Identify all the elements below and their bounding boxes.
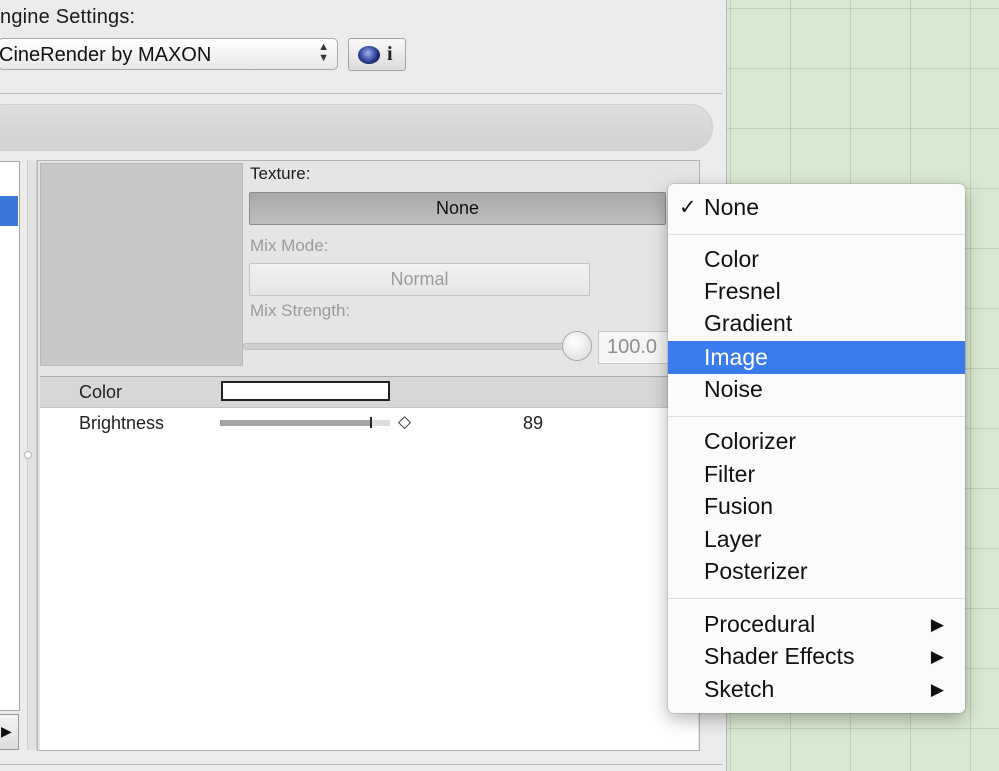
brightness-slider-fill (220, 420, 370, 426)
section-header-bar[interactable] (0, 104, 713, 151)
menu-item-none[interactable]: ✓ None (668, 191, 965, 224)
brightness-slider-marker[interactable] (370, 417, 372, 428)
menu-item-posterizer[interactable]: Posterizer (668, 555, 965, 588)
menu-item-label: Fresnel (704, 278, 781, 304)
texture-label: Texture: (250, 164, 311, 183)
engine-settings-title: ngine Settings: (0, 6, 136, 28)
menu-item-label: None (704, 194, 759, 220)
mix-mode-popup-button[interactable]: Normal (249, 263, 590, 296)
mix-strength-label: Mix Strength: (250, 301, 351, 320)
divider (0, 764, 722, 765)
menu-item-image[interactable]: Image (668, 341, 965, 374)
keyframe-diamond-icon[interactable]: ◇ (398, 412, 411, 432)
menu-item-label: Colorizer (704, 428, 797, 454)
menu-item-label: Color (704, 246, 759, 272)
info-icon: i (387, 43, 393, 65)
menu-item-label: Gradient (704, 310, 793, 336)
menu-item-label: Layer (704, 526, 762, 552)
mix-strength-slider-thumb[interactable] (562, 331, 592, 361)
menu-item-label: Sketch (704, 676, 775, 702)
menu-item-gradient[interactable]: Gradient (668, 307, 965, 340)
list-play-button[interactable]: ▶ (0, 714, 19, 750)
mix-strength-field[interactable]: 100.0 (598, 331, 678, 364)
mix-strength-slider[interactable] (243, 343, 575, 350)
menu-item-label: Posterizer (704, 558, 808, 584)
menu-item-procedural[interactable]: Procedural ▶ (668, 608, 965, 641)
texture-preview (40, 163, 243, 366)
brightness-label: Brightness (79, 413, 165, 433)
menu-item-label: Image (704, 344, 768, 370)
menu-item-label: Procedural (704, 611, 816, 637)
menu-item-label: Shader Effects (704, 643, 855, 669)
texture-popup-button[interactable]: None (249, 192, 666, 225)
menu-item-label: Filter (704, 461, 756, 487)
brightness-value[interactable]: 89 (523, 413, 543, 434)
menu-separator (668, 234, 965, 235)
menu-item-sketch[interactable]: Sketch ▶ (668, 673, 965, 706)
menu-item-fusion[interactable]: Fusion (668, 490, 965, 523)
cinema4d-logo-icon (358, 46, 380, 64)
submenu-arrow-icon: ▶ (930, 680, 944, 699)
menu-item-colorizer[interactable]: Colorizer (668, 425, 965, 458)
updown-arrows-icon: ▲ ▼ (318, 41, 329, 64)
menu-item-label: Noise (704, 376, 763, 402)
menu-separator (668, 416, 965, 417)
color-label: Color (79, 382, 123, 402)
menu-item-filter[interactable]: Filter (668, 458, 965, 491)
menu-separator (668, 598, 965, 599)
menu-item-layer[interactable]: Layer (668, 523, 965, 556)
menu-item-color[interactable]: Color (668, 243, 965, 276)
engine-select[interactable]: CineRender by MAXON ▲ ▼ (0, 38, 338, 70)
color-swatch[interactable] (221, 381, 390, 401)
channel-list-selected-item[interactable] (0, 196, 18, 226)
submenu-arrow-icon: ▶ (930, 647, 944, 666)
menu-item-noise[interactable]: Noise (668, 373, 965, 406)
channel-list[interactable] (0, 161, 20, 711)
divider (0, 93, 722, 94)
submenu-arrow-icon: ▶ (930, 615, 944, 634)
menu-item-fresnel[interactable]: Fresnel (668, 275, 965, 308)
mix-mode-label: Mix Mode: (250, 236, 329, 255)
play-icon: ▶ (1, 723, 12, 739)
engine-select-value: CineRender by MAXON (0, 44, 212, 66)
engine-info-button[interactable]: i (348, 38, 406, 71)
menu-item-shader-effects[interactable]: Shader Effects ▶ (668, 640, 965, 673)
menu-item-label: Fusion (704, 493, 774, 519)
splitter-handle[interactable] (24, 451, 32, 459)
checkmark-icon: ✓ (679, 196, 697, 219)
